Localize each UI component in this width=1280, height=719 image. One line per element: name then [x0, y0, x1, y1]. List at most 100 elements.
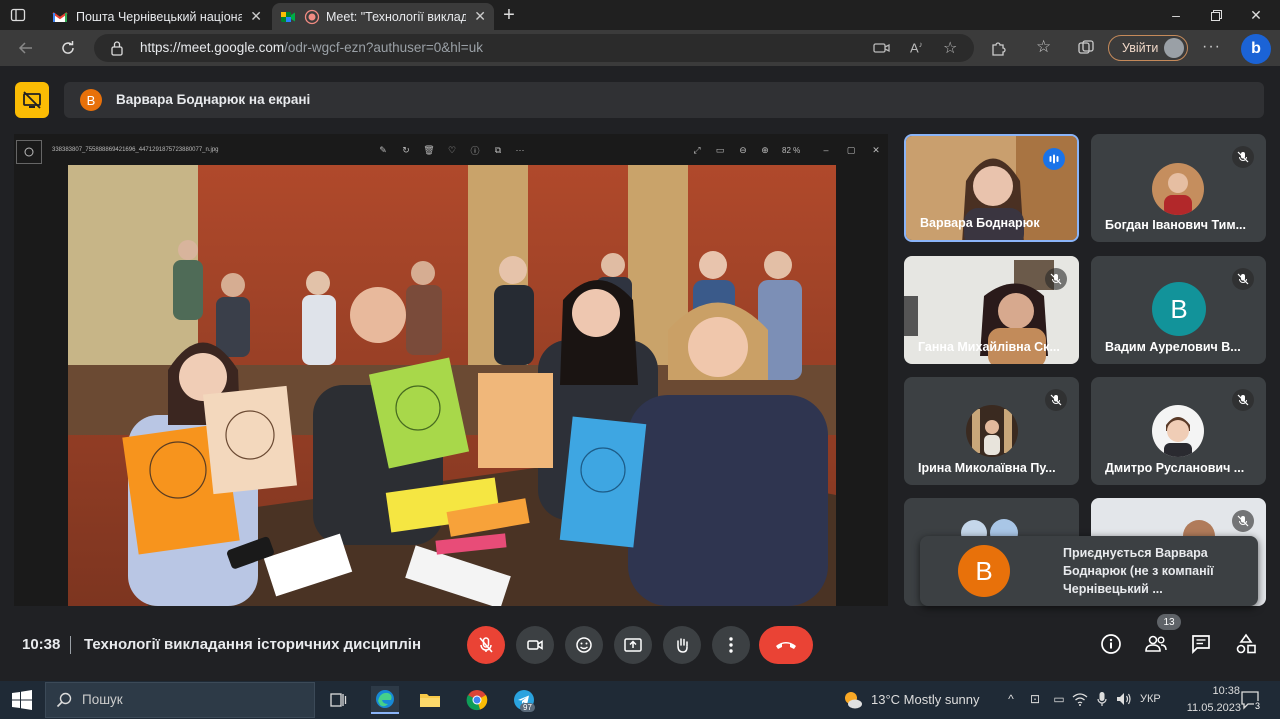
mic-off-icon — [1232, 146, 1254, 168]
sign-in-label: Увійти — [1122, 41, 1159, 55]
meeting-time: 10:38 — [22, 636, 61, 653]
speaking-icon — [1043, 148, 1065, 170]
avatar: В — [1152, 282, 1206, 336]
extensions-icon[interactable] — [990, 39, 1008, 57]
presenter-status: Варвара Боднарюк на екрані — [116, 92, 311, 107]
collections-icon[interactable] — [1077, 39, 1095, 57]
participant-tile[interactable]: Дмитро Русланович ... — [1091, 377, 1266, 485]
gmail-icon — [52, 9, 68, 25]
participant-name: Варвара Боднарюк — [920, 216, 1040, 230]
add-favorite-icon[interactable]: ☆ — [943, 38, 957, 58]
participant-name: Богдан Іванович Тим... — [1105, 218, 1246, 232]
avatar — [966, 405, 1018, 457]
tab-meet[interactable]: Meet: "Технології викладан ✕ — [272, 3, 494, 30]
presenter-avatar: В — [80, 89, 102, 111]
activities-button[interactable] — [1233, 631, 1259, 657]
edit-icon: ✎ — [379, 144, 387, 155]
weather-icon[interactable] — [842, 689, 864, 711]
wifi-icon[interactable] — [1071, 690, 1089, 708]
shared-photo — [68, 165, 836, 606]
participant-tile[interactable]: Варвара Боднарюк — [904, 134, 1079, 242]
zoom-in-icon: ⊕ — [761, 144, 769, 155]
fit-icon: ▭ — [715, 144, 725, 155]
leave-call-button[interactable] — [759, 626, 813, 664]
participant-tile[interactable]: В Вадим Аурелович В... — [1091, 256, 1266, 364]
tab-mail[interactable]: Пошта Чернівецький національ ✕ — [44, 3, 270, 30]
system-date[interactable]: 11.05.2023 — [1171, 702, 1241, 714]
reload-icon[interactable] — [56, 36, 80, 60]
join-notification-text: Приєднується Варвара Боднарюк (не з комп… — [1063, 546, 1214, 596]
close-icon[interactable]: ✕ — [250, 8, 262, 25]
url-text[interactable]: https://meet.google.com/odr-wgcf-ezn?aut… — [140, 40, 483, 55]
viewer-maximize-icon: ▢ — [846, 144, 856, 155]
edge-icon[interactable] — [371, 686, 399, 714]
mic-off-icon — [1045, 389, 1067, 411]
chrome-icon[interactable] — [463, 686, 491, 714]
more-options-button[interactable] — [712, 626, 750, 664]
people-count-badge: 13 — [1157, 614, 1181, 630]
input-language[interactable]: УКР — [1140, 693, 1161, 705]
file-explorer-icon[interactable] — [416, 686, 444, 714]
minimize-icon[interactable]: – — [1156, 0, 1196, 30]
taskbar-search-placeholder: Пошук — [82, 692, 123, 707]
speaker-icon[interactable] — [1115, 690, 1133, 708]
notification-count: 3 — [1254, 701, 1262, 711]
tab-title: Пошта Чернівецький національ — [76, 9, 243, 24]
telegram-badge: 97 — [520, 703, 535, 712]
participant-name: Дмитро Русланович ... — [1105, 461, 1245, 475]
tab-actions-icon[interactable] — [10, 7, 26, 23]
bing-icon[interactable]: b — [1241, 34, 1271, 64]
viewer-more-icon: ··· — [515, 145, 525, 155]
sign-in-button[interactable]: Увійти — [1108, 35, 1188, 61]
meet-tray-icon[interactable]: ⊡ — [1026, 690, 1044, 708]
participant-tile[interactable]: Ірина Миколаївна Пу... — [904, 377, 1079, 485]
people-button[interactable] — [1143, 631, 1169, 657]
viewer-close-icon: ✕ — [872, 144, 880, 155]
mic-off-icon — [1232, 510, 1254, 532]
participant-name: Ірина Миколаївна Пу... — [918, 461, 1056, 475]
system-time[interactable]: 10:38 — [1186, 685, 1240, 697]
chat-button[interactable] — [1188, 631, 1214, 657]
back-icon[interactable] — [14, 36, 38, 60]
camera-indicator-icon[interactable] — [873, 40, 891, 56]
mic-off-icon — [1232, 389, 1254, 411]
reactions-button[interactable] — [565, 626, 603, 664]
search-icon — [56, 692, 72, 708]
read-aloud-icon[interactable]: A♪ — [910, 40, 923, 55]
avatar — [1152, 163, 1204, 215]
divider — [70, 636, 71, 654]
network-icon[interactable]: ▭ — [1050, 690, 1068, 708]
tab-title: Meet: "Технології викладан — [326, 9, 467, 24]
stop-presenting-icon[interactable] — [15, 82, 49, 118]
mic-toggle-button[interactable] — [467, 626, 505, 664]
meeting-details-button[interactable] — [1098, 631, 1124, 657]
url-path: /odr-wgcf-ezn?authuser=0&hl=uk — [284, 40, 483, 55]
microphone-icon[interactable] — [1093, 690, 1111, 708]
fullscreen-icon: ⤢ — [693, 144, 701, 155]
avatar — [1152, 405, 1204, 457]
viewer-minimize-icon: – — [823, 145, 829, 155]
task-view-icon[interactable] — [324, 686, 352, 714]
favorites-icon[interactable]: ☆ — [1036, 37, 1051, 57]
participant-name: Ганна Михайлівна Ск... — [918, 340, 1060, 354]
raise-hand-button[interactable] — [663, 626, 701, 664]
close-window-icon[interactable]: ✕ — [1236, 0, 1276, 30]
participant-tile[interactable]: Богдан Іванович Тим... — [1091, 134, 1266, 242]
present-button[interactable] — [614, 626, 652, 664]
new-tab-icon[interactable]: + — [500, 5, 518, 25]
chevron-up-icon[interactable]: ^ — [1002, 690, 1020, 708]
weather-text[interactable]: 13°C Mostly sunny — [871, 692, 980, 707]
more-menu-icon[interactable]: ··· — [1202, 38, 1221, 56]
lock-icon[interactable] — [110, 40, 124, 56]
camera-toggle-button[interactable] — [516, 626, 554, 664]
windows-start-icon[interactable] — [12, 690, 32, 710]
participant-name: Вадим Аурелович В... — [1105, 340, 1241, 354]
participant-tile[interactable]: Ганна Михайлівна Ск... — [904, 256, 1079, 364]
meet-icon — [280, 9, 296, 25]
image-filename: 338383807_755888869421696_44712918757238… — [52, 147, 219, 153]
mic-off-icon — [1045, 268, 1067, 290]
close-icon[interactable]: ✕ — [474, 8, 486, 25]
viewer-app-icon — [16, 140, 42, 164]
restore-icon[interactable] — [1196, 0, 1236, 30]
delete-icon: 🗑 — [423, 144, 435, 155]
